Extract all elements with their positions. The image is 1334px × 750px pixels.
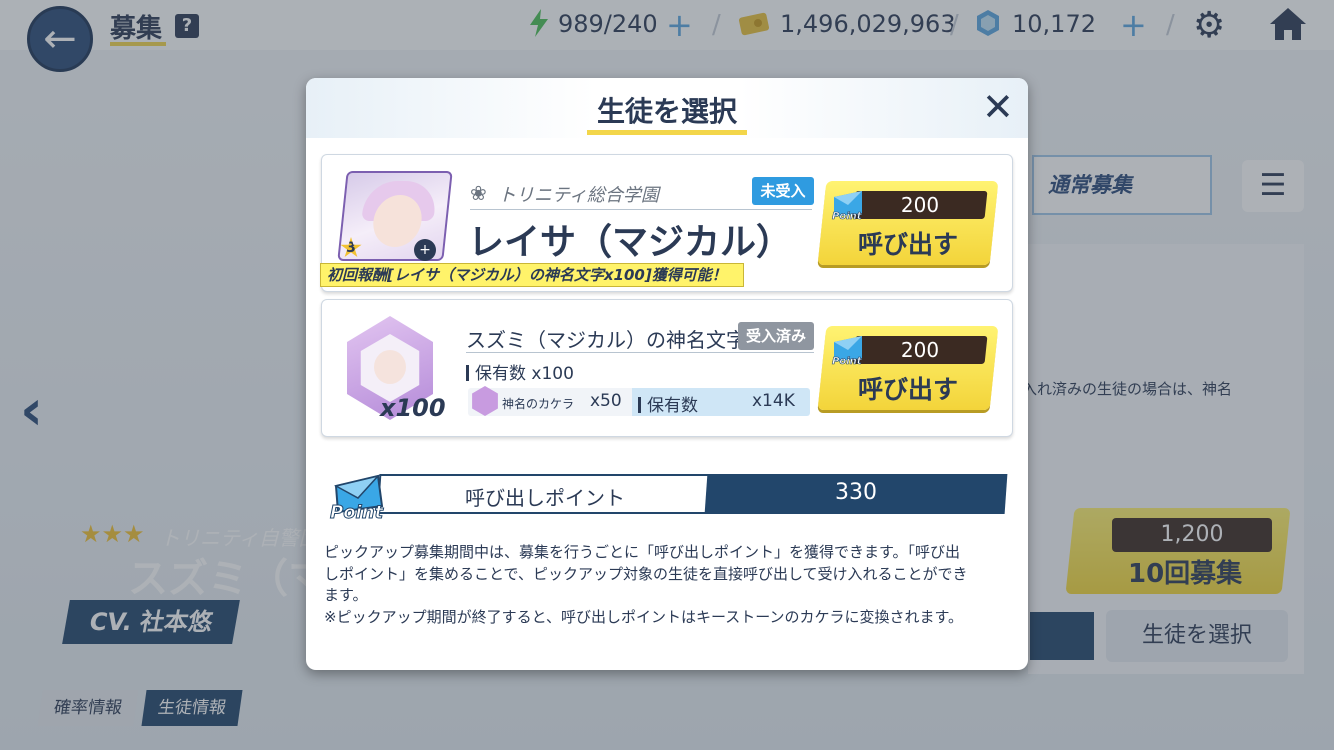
point-icon: Point	[832, 336, 863, 366]
owned-count: 保有数 x100	[466, 359, 574, 384]
eleph-count: x100	[380, 394, 446, 422]
eleph-icon: x100	[340, 316, 446, 422]
currency-name: 神名のカケラ	[502, 397, 575, 411]
svg-text:Point: Point	[832, 356, 863, 366]
description-line: ※ピックアップ期間が終了すると、呼び出しポイントはキーストーンのカケラに変換され…	[324, 607, 963, 626]
heart-icon: +	[414, 239, 436, 261]
points-description: ピックアップ募集期間中は、募集を行うごとに「呼び出しポイント」を獲得できます。「…	[324, 542, 1014, 628]
point-badge-icon: Point	[330, 474, 385, 522]
svg-text:Point: Point	[832, 211, 863, 221]
divider	[470, 209, 812, 210]
points-label: 呼び出しポイント	[465, 486, 625, 510]
student-row-reisa: 3 + ❀ トリニティ総合学園 未受入 レイサ（マジカル） 初回報酬[レイサ（マ…	[320, 154, 1013, 292]
student-school: トリニティ総合学園	[498, 185, 659, 206]
call-label: 呼び出す	[857, 230, 958, 259]
call-points-bar: 呼び出しポイント 330 Point	[328, 468, 1008, 522]
svg-text:Point: Point	[330, 502, 385, 522]
first-reward-note: 初回報酬[レイサ（マジカル）の神名文字x100]獲得可能！	[320, 263, 744, 287]
eleph-item-name: スズミ（マジカル）の神名文字	[466, 328, 746, 352]
call-price: 200	[900, 338, 940, 362]
point-icon: Point	[832, 191, 863, 221]
divider	[466, 352, 814, 353]
dialog-title: 生徒を選択	[596, 95, 737, 128]
call-price: 200	[900, 193, 940, 217]
student-name: レイサ（マジカル）	[468, 222, 793, 263]
call-button-eleph[interactable]: 200 Point 呼び出す	[817, 326, 999, 412]
currency-owned-value: x14K	[752, 391, 795, 411]
points-value: 330	[835, 480, 877, 505]
status-badge-not-recruited: 未受入	[752, 177, 814, 205]
eleph-face	[374, 350, 406, 384]
description-line: ます。	[324, 586, 368, 604]
item-row-suzumi-eleph: x100 スズミ（マジカル）の神名文字 受入済み 保有数 x100 神名のカケラ…	[321, 299, 1013, 437]
currency-cost: x50	[590, 391, 622, 411]
close-icon[interactable]: ✕	[982, 88, 1014, 126]
description-line: ピックアップ募集期間中は、募集を行うごとに「呼び出しポイント」を獲得できます。「…	[324, 543, 961, 561]
call-button-reisa[interactable]: 200 Point 呼び出す	[817, 181, 999, 267]
title-underline	[587, 130, 747, 135]
school-emblem-icon: ❀	[470, 181, 487, 205]
status-badge-recruited: 受入済み	[738, 322, 814, 350]
select-student-dialog: 生徒を選択 ✕ 3 + ❀ トリニティ総合学園 未受入 レイサ（マジカル） 初回…	[306, 78, 1028, 670]
description-line: しポイント」を集めることで、ピックアップ対象の生徒を直接呼び出して受け入れること…	[324, 564, 968, 583]
currency-owned-label: 保有数	[638, 391, 698, 416]
call-label: 呼び出す	[857, 375, 958, 404]
